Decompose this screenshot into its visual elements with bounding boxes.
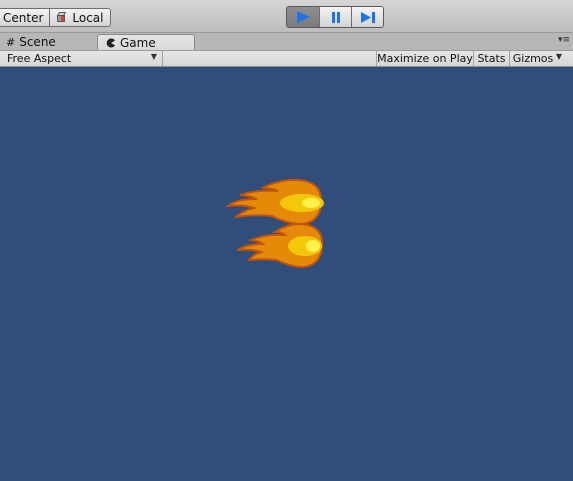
tab-menu-icon[interactable]: ▾≡ (558, 35, 570, 45)
pivot-space-button[interactable]: Local (49, 9, 110, 26)
stats-toggle[interactable]: Stats (473, 51, 509, 66)
step-icon (360, 11, 375, 23)
pivot-center-button[interactable]: Center (0, 9, 50, 26)
fireball-sprite (237, 222, 324, 268)
tab-game[interactable]: Game (97, 34, 195, 50)
gizmos-dropdown[interactable]: Gizmos ▼ (509, 51, 566, 66)
game-view-canvas[interactable] (0, 67, 573, 481)
tab-scene[interactable]: # Scene (0, 34, 96, 50)
chevron-down-icon: ▼ (555, 52, 562, 61)
game-view-controlbar: Free Aspect ▼ Maximize on Play Stats Giz… (0, 50, 573, 67)
pivot-center-label: Center (3, 10, 44, 25)
playback-controls (286, 6, 384, 28)
pivot-controls: Center Local (0, 8, 111, 27)
play-icon (297, 11, 310, 23)
tab-scene-label: Scene (19, 35, 56, 49)
aspect-dropdown[interactable]: Free Aspect ▼ (0, 51, 163, 66)
grid-icon: # (6, 35, 16, 49)
fireball-sprite (226, 179, 324, 225)
maximize-label: Maximize on Play (377, 52, 473, 65)
pause-button[interactable] (319, 7, 351, 27)
pause-icon (331, 11, 340, 23)
pacman-icon (106, 38, 115, 47)
pivot-cube-icon (56, 12, 67, 23)
play-button[interactable] (287, 7, 319, 27)
step-button[interactable] (351, 7, 383, 27)
aspect-label: Free Aspect (7, 52, 72, 65)
gizmos-label: Gizmos (512, 52, 554, 65)
stats-label: Stats (477, 52, 506, 65)
maximize-on-play-toggle[interactable]: Maximize on Play (376, 51, 473, 66)
main-toolbar: Center Local (0, 0, 573, 33)
tab-game-label: Game (120, 35, 156, 50)
pivot-space-label: Local (72, 10, 104, 25)
view-tabbar: # Scene Game ▾≡ (0, 33, 573, 50)
chevron-down-icon: ▼ (150, 52, 157, 61)
